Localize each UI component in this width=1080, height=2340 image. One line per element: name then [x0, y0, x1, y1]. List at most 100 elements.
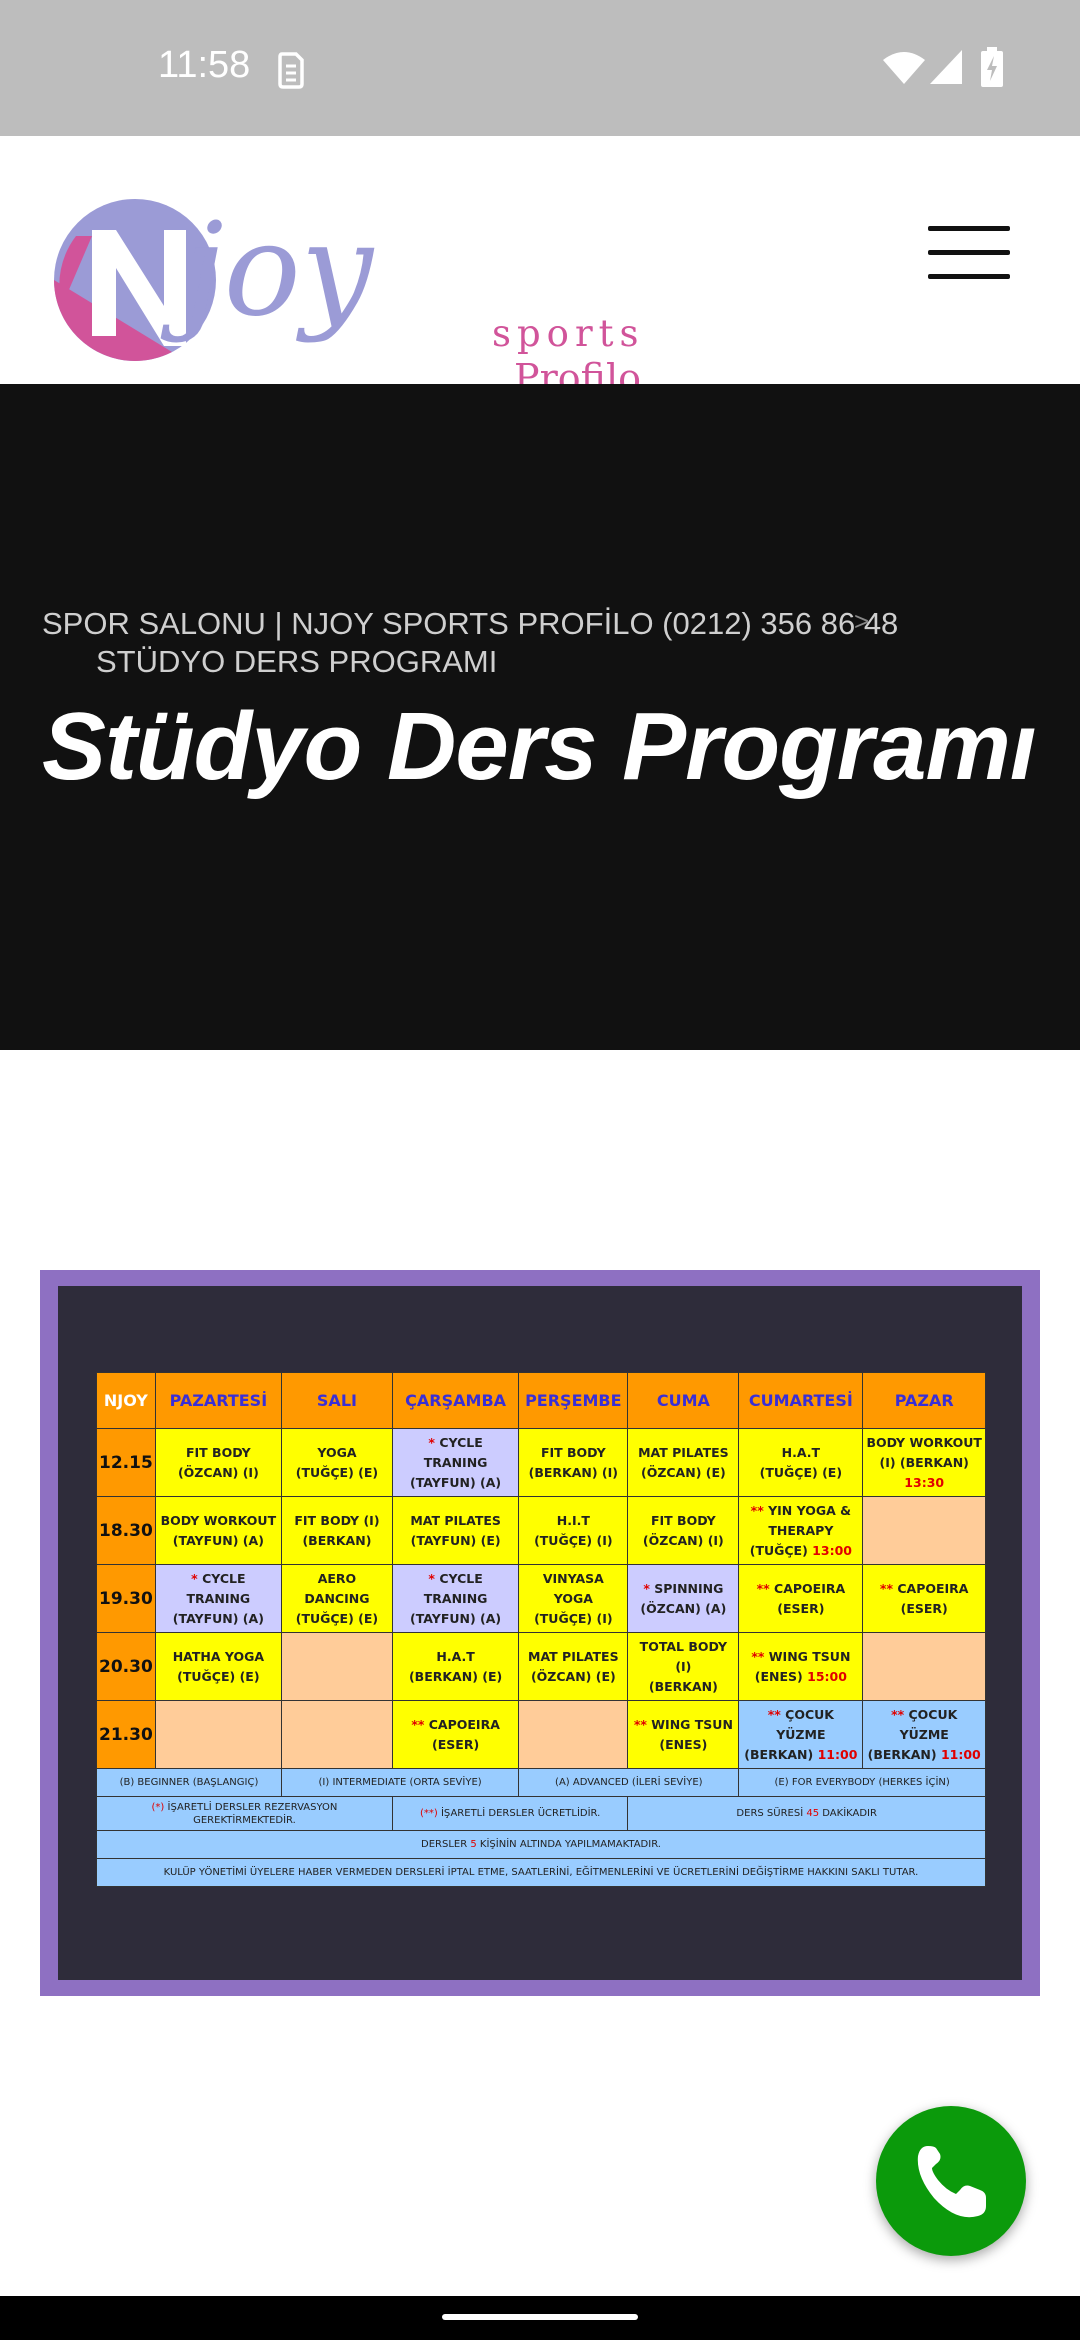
- schedule-cell: ** CAPOEIRA (ESER): [738, 1564, 864, 1633]
- class-name: AERO DANCING: [304, 1570, 370, 1606]
- class-title-line: BODY WORKOUT: [158, 1511, 279, 1531]
- schedule-min-row: DERSLER 5 KİŞİNİN ALTINDA YAPILMAMAKTADI…: [96, 1830, 986, 1859]
- schedule-disclaimer-row: KULÜP YÖNETİMİ ÜYELERE HABER VERMEDEN DE…: [96, 1858, 986, 1887]
- class-instructor: (BERKAN) (I): [528, 1464, 619, 1480]
- paid-mark: **: [411, 1716, 425, 1732]
- schedule-row: 18.30 BODY WORKOUT (TAYFUN) (A) FIT BODY (I…: [96, 1496, 986, 1565]
- schedule-cell: * CYCLE TRANING (TAYFUN) (A): [391, 1428, 520, 1497]
- class-name: WING TSUN: [768, 1648, 851, 1664]
- class-time-line: 13:30: [865, 1473, 983, 1493]
- class-name: CAPOEIRA: [897, 1580, 969, 1596]
- class-title-line: ** WING TSUN: [741, 1647, 860, 1667]
- schedule-cell: VINYASA YOGA (TUĞÇE) (I): [518, 1564, 629, 1633]
- class-alt-time: 15:00: [807, 1668, 847, 1684]
- schedule-cell: ** ÇOCUK YÜZME (BERKAN) 11:00: [738, 1700, 864, 1769]
- class-detail-line: (ÖZCAN) (E): [521, 1667, 625, 1687]
- home-gesture-handle[interactable]: [442, 2314, 638, 2320]
- status-time: 11:58: [158, 44, 251, 86]
- class-instructor: (I) (BERKAN): [879, 1454, 969, 1470]
- class-title-line: ** WING TSUN: [630, 1715, 736, 1735]
- class-name: FIT BODY (I): [294, 1512, 380, 1528]
- schedule-row: 20.30 HATHA YOGA (TUĞÇE) (E) H.A.T (BERKAN) …: [96, 1632, 986, 1701]
- class-title-line: TOTAL BODY (I): [630, 1637, 736, 1677]
- class-instructor: (ÖZCAN) (A): [640, 1600, 727, 1616]
- class-title-line: ** CAPOEIRA: [865, 1579, 983, 1599]
- class-title-line: FIT BODY: [158, 1443, 279, 1463]
- paid-mark: *: [191, 1570, 198, 1586]
- class-name: ÇOCUK YÜZME: [899, 1706, 958, 1742]
- logo-sports-text: sports: [492, 312, 645, 355]
- class-title-line: MAT PILATES: [395, 1511, 516, 1531]
- schedule-cell: * CYCLE TRANING (TAYFUN) (A): [154, 1564, 282, 1633]
- class-name: TOTAL BODY (I): [639, 1638, 728, 1674]
- class-title-line: * CYCLE TRANING: [395, 1569, 516, 1609]
- class-instructor: (TAYFUN) (A): [172, 1532, 264, 1548]
- schedule-cell: ** YIN YOGA & THERAPY (TUĞÇE) 13:00: [738, 1496, 864, 1565]
- class-instructor: (BERKAN): [867, 1746, 937, 1762]
- schedule-cell: FIT BODY (I) (BERKAN): [280, 1496, 393, 1565]
- breadcrumb-current: STÜDYO DERS PROGRAMI: [96, 644, 498, 679]
- class-detail-line: (TUĞÇE) (E): [284, 1463, 390, 1483]
- class-title-line: VINYASA YOGA: [521, 1569, 625, 1609]
- class-alt-time: 13:30: [904, 1474, 945, 1490]
- schedule-day: CUMA: [627, 1372, 740, 1429]
- schedule-cell: BODY WORKOUT (I) (BERKAN) 13:30: [862, 1428, 986, 1497]
- class-instructor: (ÖZCAN) (E): [640, 1464, 726, 1480]
- schedule-image[interactable]: NJOY PAZARTESİ SALI ÇARŞAMBA PERŞEMBE CUMA CUM…: [40, 1270, 1040, 1996]
- schedule-cell: [280, 1632, 393, 1701]
- class-name: YIN YOGA &: [768, 1502, 852, 1518]
- breadcrumb-home-link[interactable]: SPOR SALONU | NJOY SPORTS PROFİLO (0212)…: [42, 606, 898, 642]
- class-title-line: H.A.T: [741, 1443, 860, 1463]
- duration-pre: DERS SÜRESİ: [736, 1808, 804, 1819]
- hamburger-menu-icon[interactable]: [928, 226, 1014, 286]
- note-min-participants: DERSLER 5 KİŞİNİN ALTINDA YAPILMAMAKTADI…: [96, 1830, 986, 1859]
- class-detail-line: (ÖZCAN) (I): [158, 1463, 279, 1483]
- system-nav-bar: [0, 2296, 1080, 2340]
- schedule-cell: BODY WORKOUT (TAYFUN) (A): [154, 1496, 282, 1565]
- class-detail-line: (ESER): [741, 1599, 860, 1619]
- class-title-line: HATHA YOGA: [158, 1647, 279, 1667]
- schedule-cell: FIT BODY (BERKAN) (I): [518, 1428, 629, 1497]
- schedule-cell: [280, 1700, 393, 1769]
- schedule-cell: AERO DANCING (TUĞÇE) (E): [280, 1564, 393, 1633]
- class-instructor: THERAPY: [768, 1522, 834, 1538]
- class-detail-line: (BERKAN) 11:00: [741, 1745, 860, 1765]
- page: 11:58 joy sports Profilo SPOR SALONU | N…: [0, 0, 1080, 2340]
- class-instructor: (BERKAN) (E): [408, 1668, 503, 1684]
- page-title: Stüdyo Ders Programı: [42, 693, 1037, 800]
- paid-mark: (**): [419, 1808, 438, 1819]
- schedule-notes-row: (*) İŞARETLİ DERSLER REZERVASYON GEREKTİ…: [96, 1796, 986, 1831]
- class-name: MAT PILATES: [528, 1648, 619, 1664]
- class-name: MAT PILATES: [410, 1512, 501, 1528]
- schedule-time: 20.30: [96, 1632, 156, 1701]
- class-title-line: MAT PILATES: [630, 1443, 736, 1463]
- paid-mark: *: [428, 1434, 435, 1450]
- class-name: H.A.T: [436, 1648, 475, 1664]
- class-name: H.I.T: [556, 1512, 590, 1528]
- call-button[interactable]: [876, 2106, 1026, 2256]
- paid-mark: **: [891, 1706, 905, 1722]
- class-detail-line: (TUĞÇE) (I): [521, 1609, 625, 1629]
- class-detail-line: (ENES) 15:00: [741, 1667, 860, 1687]
- class-instructor: (TUĞÇE): [749, 1542, 808, 1558]
- njoy-sports-logo[interactable]: joy sports Profilo: [52, 196, 641, 400]
- class-detail-line: (BERKAN) (E): [395, 1667, 516, 1687]
- schedule-cell: FIT BODY (ÖZCAN) (I): [627, 1496, 740, 1565]
- class-instructor: (TUĞÇE) (E): [295, 1464, 379, 1480]
- class-detail-line: (TUĞÇE) (E): [158, 1667, 279, 1687]
- class-title-line: * CYCLE TRANING: [158, 1569, 279, 1609]
- schedule-time: 21.30: [96, 1700, 156, 1769]
- signal-icon: [930, 50, 962, 84]
- breadcrumb-separator: >: [854, 606, 870, 636]
- schedule-cell: H.I.T (TUĞÇE) (I): [518, 1496, 629, 1565]
- legend-intermediate: (I) INTERMEDIATE (ORTA SEVİYE): [280, 1768, 520, 1797]
- class-title-line: YOGA: [284, 1443, 390, 1463]
- schedule-cell: MAT PILATES (ÖZCAN) (E): [627, 1428, 740, 1497]
- class-name: FIT BODY: [650, 1512, 716, 1528]
- schedule-cell: [862, 1632, 986, 1701]
- class-detail-line: (ÖZCAN) (A): [630, 1599, 736, 1619]
- schedule-row: 21.30 ** CAPOEIRA (ESER) ** WING TSUN (ENES)…: [96, 1700, 986, 1769]
- reservation-text: İŞARETLİ DERSLER REZERVASYON GEREKTİRMEK…: [167, 1801, 338, 1826]
- class-instructor: (ENES): [659, 1736, 708, 1752]
- schedule-cell: ** WING TSUN (ENES) 15:00: [738, 1632, 864, 1701]
